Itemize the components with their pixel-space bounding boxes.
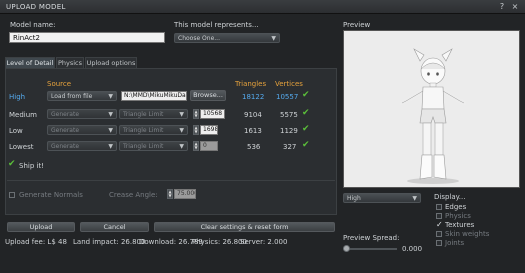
joints-checkbox[interactable]: [436, 240, 442, 246]
lod-high-triangles: 18122: [242, 93, 265, 101]
chevron-down-icon: ▼: [412, 195, 417, 202]
character-model-image: [399, 48, 467, 184]
header-vertices: Vertices: [275, 80, 303, 88]
tab-physics[interactable]: Physics: [56, 57, 84, 68]
crease-angle-label: Crease Angle:: [109, 191, 158, 199]
generate-normals-label: Generate Normals: [19, 191, 83, 199]
crease-angle-stepper[interactable]: ▲ ▼: [167, 189, 173, 199]
edges-label: Edges: [445, 203, 467, 211]
lod-lowest-limit-input[interactable]: 0: [200, 141, 218, 151]
checkmark-icon: ✔: [302, 140, 310, 150]
chevron-down-icon: ▼: [108, 143, 113, 150]
joints-label: Joints: [445, 239, 465, 247]
lod-low-source-selected: Generate: [51, 127, 80, 134]
browse-button[interactable]: Browse...: [190, 90, 226, 101]
textures-label: Textures: [445, 221, 475, 229]
land-impact-label: Land impact: 26.800: [73, 238, 146, 246]
chevron-down-icon: ▼: [179, 143, 184, 150]
lod-row-label-medium: Medium: [9, 111, 37, 119]
edges-checkbox[interactable]: [436, 204, 442, 210]
lod-row-label-low: Low: [9, 127, 23, 135]
tab-upload-options[interactable]: Upload options: [85, 57, 137, 68]
checkmark-icon[interactable]: ✓: [436, 220, 443, 229]
skin-weights-checkbox[interactable]: [436, 231, 442, 237]
lod-high-vertices: 10557: [276, 93, 299, 101]
represents-dropdown[interactable]: Choose One... ▼: [174, 33, 280, 43]
lod-medium-source-selected: Generate: [51, 111, 80, 118]
lod-medium-source-dropdown[interactable]: Generate ▼: [47, 109, 117, 119]
ship-it-check-icon: ✔: [8, 159, 16, 169]
preview-lod-selected: High: [347, 195, 361, 202]
lod-low-limit-input[interactable]: 1698: [200, 125, 218, 135]
model-name-input[interactable]: RinAct2: [9, 32, 165, 43]
title-bar[interactable]: [0, 0, 525, 14]
chevron-down-icon: ▼: [179, 127, 184, 134]
lod-high-source-dropdown[interactable]: Load from file ▼: [47, 91, 117, 101]
chevron-down-icon: ▼: [108, 111, 113, 118]
ship-it-label: Ship it!: [19, 162, 44, 170]
chevron-down-icon: ▼: [179, 111, 184, 118]
tab-level-of-detail[interactable]: Level of Detail: [5, 57, 55, 68]
preview-lod-dropdown[interactable]: High ▼: [343, 193, 421, 203]
lod-lowest-method-selected: Triangle Limit: [123, 143, 164, 150]
display-label: Display...: [434, 193, 466, 201]
checkmark-icon: ✔: [302, 108, 310, 118]
lod-medium-stepper[interactable]: ▲ ▼: [193, 109, 199, 119]
preview-label: Preview: [343, 21, 371, 29]
lod-row-label-lowest: Lowest: [9, 143, 34, 151]
lod-high-file-path[interactable]: N:\MMD\MikuMikuDan: [121, 91, 187, 101]
lod-low-stepper[interactable]: ▲ ▼: [193, 125, 199, 135]
upload-fee-label: Upload fee: L$ 48: [5, 238, 67, 246]
model-name-label: Model name:: [10, 21, 56, 29]
header-source: Source: [47, 80, 72, 88]
represents-selected: Choose One...: [178, 35, 220, 42]
divider: [7, 180, 335, 181]
lod-low-method-dropdown[interactable]: Triangle Limit ▼: [119, 125, 188, 135]
checkmark-icon: ✔: [302, 124, 310, 134]
generate-normals-checkbox[interactable]: [9, 192, 15, 198]
server-weight-label: Server: 2.000: [240, 238, 288, 246]
physics-weight-label: Physics: 26.800: [192, 238, 247, 246]
lod-low-source-dropdown[interactable]: Generate ▼: [47, 125, 117, 135]
cancel-button[interactable]: Cancel: [80, 222, 149, 232]
lod-lowest-triangles: 536: [247, 143, 261, 151]
lod-medium-vertices: 5575: [280, 111, 298, 119]
lod-low-triangles: 1613: [244, 127, 262, 135]
upload-button[interactable]: Upload: [7, 222, 75, 232]
chevron-down-icon: ▼: [108, 93, 113, 100]
lod-lowest-source-selected: Generate: [51, 143, 80, 150]
lod-lowest-stepper[interactable]: ▲ ▼: [193, 141, 199, 151]
model-preview-viewport[interactable]: [343, 30, 520, 188]
lod-lowest-method-dropdown[interactable]: Triangle Limit ▼: [119, 141, 188, 151]
lod-low-vertices: 1129: [280, 127, 298, 135]
lod-high-source-selected: Load from file: [51, 93, 93, 100]
lod-low-method-selected: Triangle Limit: [123, 127, 164, 134]
crease-angle-input[interactable]: 75.000: [174, 189, 196, 199]
preview-spread-slider[interactable]: [345, 248, 397, 250]
represents-label: This model represents...: [174, 21, 259, 29]
skin-weights-label: Skin weights: [445, 230, 490, 238]
lod-lowest-vertices: 327: [283, 143, 297, 151]
clear-settings-button[interactable]: Clear settings & reset form: [154, 222, 335, 232]
lod-medium-method-selected: Triangle Limit: [123, 111, 164, 118]
lod-lowest-source-dropdown[interactable]: Generate ▼: [47, 141, 117, 151]
close-button[interactable]: ×: [510, 2, 520, 12]
chevron-down-icon: ▼: [271, 35, 276, 42]
lod-row-label-high: High: [9, 93, 26, 101]
chevron-down-icon: ▼: [108, 127, 113, 134]
header-triangles: Triangles: [235, 80, 267, 88]
lod-medium-triangles: 9104: [244, 111, 262, 119]
help-button[interactable]: ?: [497, 2, 507, 12]
window-title: UPLOAD MODEL: [6, 3, 66, 11]
lod-medium-method-dropdown[interactable]: Triangle Limit ▼: [119, 109, 188, 119]
lod-medium-limit-input[interactable]: 10568: [200, 109, 225, 119]
checkmark-icon: ✔: [302, 90, 310, 100]
slider-handle[interactable]: [343, 245, 350, 252]
preview-spread-label: Preview Spread:: [343, 234, 400, 242]
physics-display-label: Physics: [445, 212, 471, 220]
physics-checkbox[interactable]: [436, 213, 442, 219]
preview-spread-value: 0.000: [402, 245, 423, 253]
